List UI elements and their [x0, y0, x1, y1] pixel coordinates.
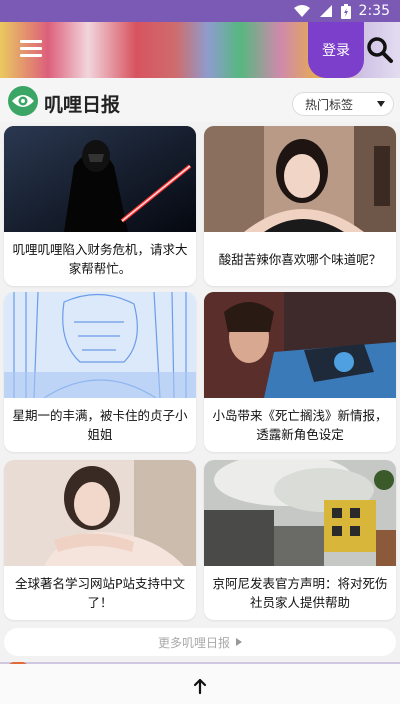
signal-icon	[319, 4, 333, 18]
status-time: 2:35	[358, 3, 390, 19]
news-card[interactable]: 全球著名学习网站P站支持中文了！	[4, 460, 196, 620]
card-image-manga-sketch	[4, 292, 196, 398]
chevron-right-icon	[236, 638, 242, 646]
status-bar: 2:35	[0, 0, 400, 22]
hot-tags-label: 热门标签	[305, 97, 354, 112]
card-image-sith-lord	[4, 126, 196, 232]
card-caption: 小岛带来《死亡搁浅》新情报，透露新角色设定	[212, 408, 388, 442]
news-card[interactable]: 星期一的丰满，被卡住的贞子小姐姐	[4, 292, 196, 452]
section-title: 叽哩日报	[44, 94, 121, 116]
wifi-icon	[293, 4, 311, 18]
header-banner: 登录	[0, 22, 400, 78]
card-image-game-character	[204, 292, 396, 398]
bottom-bar	[0, 664, 400, 704]
battery-icon	[340, 3, 351, 19]
more-news-button[interactable]: 更多叽哩日报	[4, 628, 396, 656]
more-news-label: 更多叽哩日报	[157, 635, 230, 650]
hamburger-menu-icon[interactable]	[20, 40, 42, 60]
hot-tags-dropdown[interactable]: 热门标签	[292, 92, 394, 116]
search-icon[interactable]	[366, 36, 394, 64]
card-caption: 京阿尼发表官方声明：将对死伤社员家人提供帮助	[212, 576, 388, 610]
card-image-building-fire	[204, 460, 396, 566]
card-caption: 酸甜苦辣你喜欢哪个味道呢？	[218, 251, 382, 267]
card-caption: 全球著名学习网站P站支持中文了！	[14, 576, 186, 610]
card-image-girl-lying	[4, 460, 196, 566]
arrow-up-icon[interactable]	[190, 676, 210, 696]
login-button[interactable]: 登录	[308, 22, 364, 78]
section-header: 叽哩日报 热门标签	[0, 78, 400, 122]
news-card[interactable]: 叽哩叽哩陷入财务危机，请求大家帮帮忙。	[4, 126, 196, 286]
news-card[interactable]: 小岛带来《死亡搁浅》新情报，透露新角色设定	[204, 292, 396, 452]
chevron-down-icon	[377, 101, 385, 107]
eye-icon	[8, 86, 38, 116]
news-card[interactable]: 酸甜苦辣你喜欢哪个味道呢？	[204, 126, 396, 286]
card-caption: 星期一的丰满，被卡住的贞子小姐姐	[12, 408, 188, 442]
card-caption: 叽哩叽哩陷入财务危机，请求大家帮帮忙。	[12, 242, 188, 276]
card-image-girl-portrait	[204, 126, 396, 232]
news-card[interactable]: 京阿尼发表官方声明：将对死伤社员家人提供帮助	[204, 460, 396, 620]
